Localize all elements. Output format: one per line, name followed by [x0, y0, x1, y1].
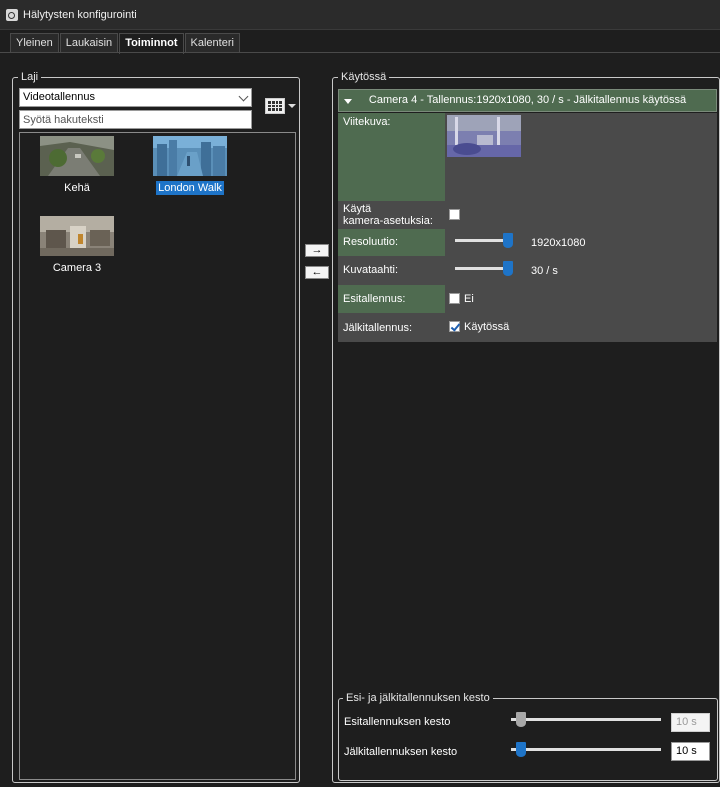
postrecord-value: Käytössä — [464, 321, 510, 333]
resolution-slider[interactable] — [503, 233, 513, 248]
use-camera-settings-checkbox[interactable] — [449, 209, 460, 220]
thumbnail-keha — [40, 136, 114, 176]
window-title: Hälytysten konfigurointi — [23, 9, 137, 21]
title-bar: Hälytysten konfigurointi — [0, 0, 720, 30]
tab-yleinen[interactable]: Yleinen — [10, 33, 59, 53]
post-duration-label: Jälkitallennuksen kesto — [344, 746, 458, 758]
resolution-value: 1920x1080 — [531, 237, 586, 249]
pre-duration-label: Esitallennuksen kesto — [344, 716, 451, 728]
post-duration-slider[interactable] — [516, 742, 526, 757]
settings-gear-icon — [6, 9, 18, 21]
tab-laukaisin[interactable]: Laukaisin — [59, 33, 119, 53]
prop-use-camera-label-line2: kamera-asetuksia: — [343, 215, 433, 227]
type-select[interactable]: Videotallennus — [19, 88, 252, 107]
prop-resolution-label: Resoluutio: — [338, 229, 445, 256]
list-item-label: Kehä — [64, 182, 90, 194]
view-mode-button[interactable] — [264, 97, 296, 117]
remove-button[interactable]: ← — [305, 266, 329, 279]
list-item-label: London Walk — [156, 181, 224, 195]
list-item[interactable]: Camera 3 — [37, 216, 117, 275]
collapse-triangle-icon — [344, 99, 352, 104]
search-input[interactable] — [19, 110, 252, 129]
prerecord-value: Ei — [464, 293, 474, 305]
framerate-value: 30 / s — [531, 265, 558, 277]
framerate-slider-track — [455, 267, 510, 270]
add-button[interactable]: → — [305, 244, 329, 257]
list-item-selected[interactable]: London Walk — [150, 136, 230, 195]
list-item-label: Camera 3 — [52, 262, 102, 274]
enabled-group-legend: Käytössä — [338, 71, 390, 83]
chevron-down-icon — [238, 91, 249, 102]
postrecord-checkbox[interactable] — [449, 321, 460, 332]
post-duration-input[interactable]: 10 s — [671, 742, 710, 761]
type-select-value: Videotallennus — [23, 91, 95, 103]
prop-use-camera-label-line1: Käytä — [343, 203, 372, 215]
camera-header[interactable]: Camera 4 - Tallennus:1920x1080, 30 / s -… — [338, 89, 717, 112]
prop-use-camera-label: Käytä kamera-asetuksia: — [338, 203, 445, 229]
source-list: Kehä London Walk Camera 3 — [19, 132, 296, 780]
camera-header-text: Camera 4 - Tallennus:1920x1080, 30 / s -… — [368, 94, 687, 106]
prop-preview-label: Viitekuva: — [338, 113, 445, 201]
post-duration-slider-track — [511, 748, 661, 751]
duration-group — [338, 698, 718, 781]
preview-image — [447, 115, 521, 157]
tab-toiminnot[interactable]: Toiminnot — [119, 33, 184, 54]
thumbnail-london-walk — [153, 136, 227, 176]
list-item[interactable]: Kehä — [37, 136, 117, 195]
tab-bar: Yleinen Laukaisin Toiminnot Kalenteri — [10, 33, 241, 54]
framerate-slider[interactable] — [503, 261, 513, 276]
prop-postrecord-label: Jälkitallennus: — [343, 322, 413, 334]
tab-divider — [0, 52, 720, 53]
pre-duration-input[interactable]: 10 s — [671, 713, 710, 732]
prerecord-checkbox[interactable] — [449, 293, 460, 304]
pre-duration-slider[interactable] — [516, 712, 526, 727]
tab-kalenteri[interactable]: Kalenteri — [184, 33, 240, 53]
pre-duration-slider-track — [511, 718, 661, 721]
caret-down-icon — [288, 104, 296, 108]
resolution-slider-track — [455, 239, 510, 242]
prop-prerecord-label: Esitallennus: — [338, 285, 445, 313]
type-group-legend: Laji — [18, 71, 42, 83]
duration-group-legend: Esi- ja jälkitallennuksen kesto — [343, 692, 493, 704]
prop-framerate-label: Kuvataahti: — [343, 264, 399, 276]
grid-view-icon — [265, 98, 285, 114]
thumbnail-camera-3 — [40, 216, 114, 256]
